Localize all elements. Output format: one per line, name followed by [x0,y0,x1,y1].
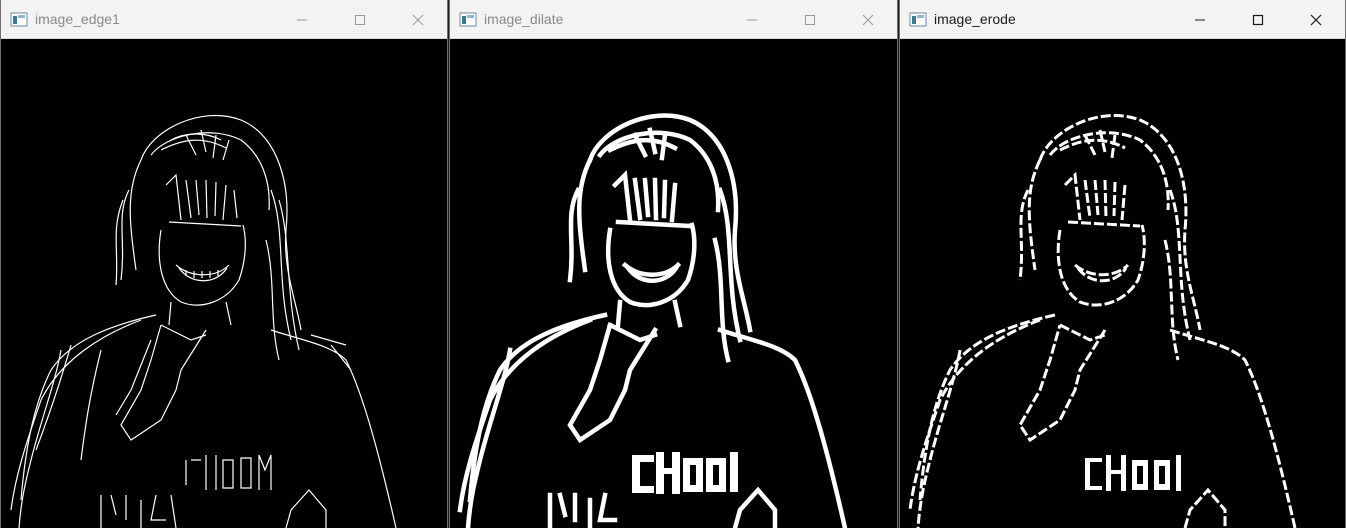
maximize-icon [1252,14,1264,25]
titlebar[interactable]: image_erode [900,0,1345,39]
image-canvas [450,40,897,528]
minimize-button[interactable] [1171,0,1229,39]
desktop: image_edge1 image_dilate image_erode [0,0,1346,528]
close-icon [862,14,874,25]
window-image-dilate[interactable]: image_dilate [449,0,898,528]
minimize-icon [1195,19,1205,20]
eroded-image [908,114,1297,528]
minimize-button[interactable] [273,0,331,39]
minimize-button[interactable] [723,0,781,39]
close-button[interactable] [839,0,897,39]
edge-image [10,115,397,528]
minimize-icon [297,19,307,20]
maximize-icon [805,14,815,25]
image-canvas [1,40,447,528]
maximize-button[interactable] [331,0,389,39]
close-icon [412,14,424,25]
window-title: image_dilate [484,11,564,27]
titlebar[interactable]: image_edge1 [1,0,447,39]
dilated-image [457,113,848,528]
maximize-button[interactable] [781,0,839,39]
window-title: image_erode [934,11,1016,27]
maximize-icon [355,14,365,25]
titlebar[interactable]: image_dilate [450,0,897,39]
window-title: image_edge1 [35,11,120,27]
window-controls [723,0,897,39]
close-button[interactable] [389,0,447,39]
window-controls [1171,0,1345,39]
close-button[interactable] [1287,0,1345,39]
window-image-erode[interactable]: image_erode [899,0,1346,528]
image-window-icon [459,12,477,27]
window-image-edge1[interactable]: image_edge1 [0,0,448,528]
minimize-icon [747,19,757,20]
maximize-button[interactable] [1229,0,1287,39]
window-controls [273,0,447,39]
image-window-icon [10,12,28,27]
close-icon [1310,14,1322,25]
image-canvas [900,40,1345,528]
image-window-icon [909,12,927,27]
